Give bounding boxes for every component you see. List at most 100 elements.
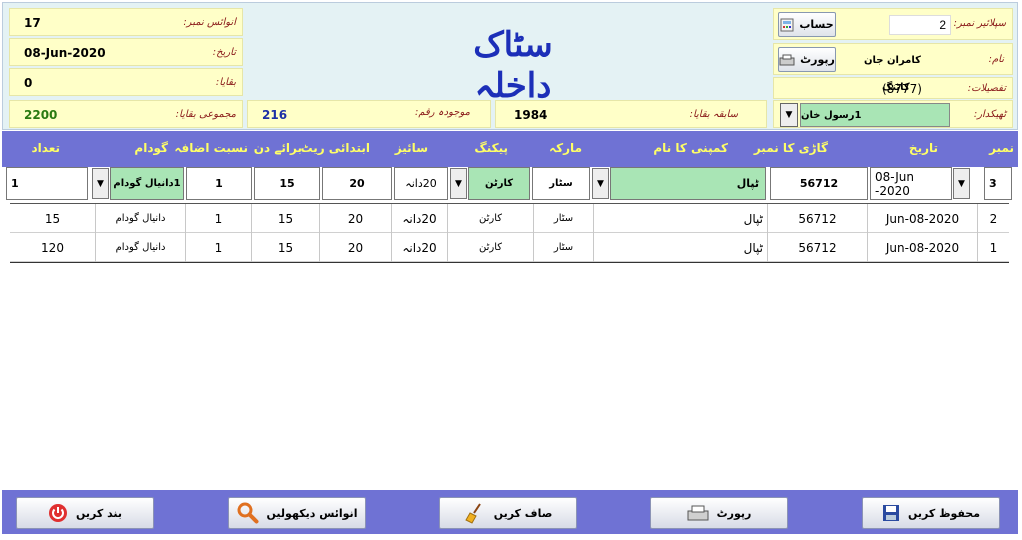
date-value: 08-Jun-2020 xyxy=(24,46,106,60)
cell-no: 2 xyxy=(989,211,998,226)
total-balance-value: 2200 xyxy=(24,108,58,122)
balance-value: 0 xyxy=(24,76,33,90)
total-balance-box: 2200 مجموعی بقایا: xyxy=(9,100,243,128)
view-invoice-button[interactable]: انوائس دیکھولیں xyxy=(228,497,366,529)
cell-brand: سٹار xyxy=(534,204,594,233)
brand-input[interactable]: سٹار xyxy=(532,167,590,200)
table-row[interactable]: 120 دانیال گودام 1 15 20 20دانہ کارٹن سٹ… xyxy=(10,233,1009,262)
date-dropdown[interactable]: ▼ xyxy=(953,168,970,199)
chevron-down-icon: ▼ xyxy=(97,178,104,189)
contractor-select[interactable]: 1رسول خان xyxy=(800,103,950,127)
details-box: کاٹنگ (8777) تفصیلات: xyxy=(773,77,1013,99)
balance-label: بقایا: xyxy=(215,77,236,88)
vehicle-input[interactable]: 56712 xyxy=(770,167,868,200)
current-amount-label: موجودہ رقم: xyxy=(415,107,470,118)
clear-button[interactable]: صاف کریں xyxy=(439,497,577,529)
column-header-bar: نمبر تاریخ گاڑی کا نمبر کمپنی کا نام مار… xyxy=(2,131,1018,167)
col-size: سائیز xyxy=(394,141,428,155)
chevron-down-icon: ▼ xyxy=(455,178,462,189)
previous-balance-label: سابقہ بقایا: xyxy=(689,109,738,120)
supplier-report-label: رپورٹ xyxy=(800,53,835,66)
company-select[interactable]: ٹپال xyxy=(610,167,766,200)
save-button-label: محفوظ کریں xyxy=(907,506,981,520)
warehouse-dropdown[interactable]: ▼ xyxy=(92,168,109,199)
chevron-down-icon: ▼ xyxy=(597,178,604,189)
size-input[interactable]: 20دانہ xyxy=(394,167,448,200)
company-dropdown[interactable]: ▼ xyxy=(592,168,609,199)
date-box: 08-Jun-2020 تاریخ: xyxy=(9,38,243,66)
stock-grid: 15 دانیال گودام 1 15 20 20دانہ کارٹن سٹا… xyxy=(10,203,1009,263)
cell-size: 20دانہ xyxy=(392,233,448,262)
cell-size: 20دانہ xyxy=(392,204,448,233)
days-input[interactable]: 15 xyxy=(254,167,320,200)
rate-input[interactable]: 20 xyxy=(322,167,392,200)
footer-bar: بند کریں انوائس دیکھولیں صاف کریں رپورٹ … xyxy=(2,490,1018,534)
col-brand: مارکہ xyxy=(549,141,582,155)
search-icon xyxy=(237,502,259,524)
power-icon xyxy=(48,503,68,523)
supplier-number-input[interactable] xyxy=(889,15,951,35)
cell-increase: 1 xyxy=(186,233,252,262)
cell-packing: کارٹن xyxy=(448,204,534,233)
supplier-name: کامران جان xyxy=(864,55,921,66)
col-increase: نسبت اضافہ xyxy=(174,141,248,155)
account-button[interactable]: حساب xyxy=(778,12,836,37)
cell-days: 15 xyxy=(252,204,320,233)
close-button-label: بند کریں xyxy=(75,506,123,520)
printer-icon xyxy=(779,54,795,66)
name-label: نام: xyxy=(988,54,1004,65)
cell-rate: 20 xyxy=(320,204,392,233)
invoice-label: انوائس نمبر: xyxy=(183,17,236,28)
supplier-box: حساب سپلائیر نمبر: xyxy=(773,8,1013,40)
invoice-box: 17 انوائس نمبر: xyxy=(9,8,243,36)
supplier-number-label: سپلائیر نمبر: xyxy=(953,18,1006,29)
col-no: نمبر xyxy=(989,141,1014,155)
increase-input[interactable]: 1 xyxy=(186,167,252,200)
number-input[interactable]: 3 xyxy=(984,167,1012,200)
cell-quantity: 120 xyxy=(10,233,96,262)
page-title: سٹاک داخلہ xyxy=(473,25,553,106)
broom-icon xyxy=(464,502,486,524)
calculator-icon xyxy=(780,18,794,32)
date-input[interactable]: 08-Jun -2020 xyxy=(870,167,952,200)
name-box: رپورٹ کامران جان نام: xyxy=(773,43,1013,75)
clear-button-label: صاف کریں xyxy=(493,506,553,520)
cell-quantity: 15 xyxy=(10,204,96,233)
cell-company: ٹپال xyxy=(594,204,768,233)
total-balance-label: مجموعی بقایا: xyxy=(175,109,236,120)
col-warehouse: گودام xyxy=(134,141,168,155)
save-button[interactable]: محفوظ کریں xyxy=(862,497,1000,529)
quantity-input[interactable]: 1 xyxy=(6,167,88,200)
col-days: برائے دن xyxy=(253,141,302,155)
account-button-label: حساب xyxy=(799,18,834,31)
col-company: کمپنی کا نام xyxy=(653,141,728,155)
floppy-disk-icon xyxy=(882,504,900,522)
table-row[interactable]: 15 دانیال گودام 1 15 20 20دانہ کارٹن سٹا… xyxy=(10,204,1009,233)
top-panel: 17 انوائس نمبر: 08-Jun-2020 تاریخ: 0 بقا… xyxy=(2,2,1018,130)
view-invoice-label: انوائس دیکھولیں xyxy=(266,506,358,520)
packing-dropdown[interactable]: ▼ xyxy=(450,168,467,199)
col-rate: ابتدائی ریٹ xyxy=(300,141,370,155)
supplier-report-button[interactable]: رپورٹ xyxy=(778,47,836,72)
cell-company: ٹپال xyxy=(594,233,768,262)
cell-warehouse: دانیال گودام xyxy=(96,204,186,233)
details-label: تفصیلات: xyxy=(967,83,1006,94)
report-button-label: رپورٹ xyxy=(716,506,752,520)
packing-select[interactable]: کارٹن xyxy=(468,167,530,200)
cell-rate: 20 xyxy=(320,233,392,262)
contractor-dropdown-button[interactable]: ▼ xyxy=(780,103,798,127)
printer-icon xyxy=(687,505,709,521)
cell-increase: 1 xyxy=(186,204,252,233)
close-button[interactable]: بند کریں xyxy=(16,497,154,529)
details-line2: (8777) xyxy=(882,82,922,96)
previous-balance-value: 1984 xyxy=(514,108,548,122)
current-amount-value: 216 xyxy=(262,108,288,122)
report-button[interactable]: رپورٹ xyxy=(650,497,788,529)
contractor-box: ▼ 1رسول خان ٹھیکدار: xyxy=(773,100,1013,128)
col-packing: پیکنگ xyxy=(474,141,508,155)
cell-packing: کارٹن xyxy=(448,233,534,262)
col-vehicle: گاڑی کا نمبر xyxy=(753,141,828,155)
cell-vehicle: 56712 xyxy=(768,204,868,233)
date-label: تاریخ: xyxy=(212,47,236,58)
warehouse-select[interactable]: 1دانیال گودام xyxy=(110,167,184,200)
